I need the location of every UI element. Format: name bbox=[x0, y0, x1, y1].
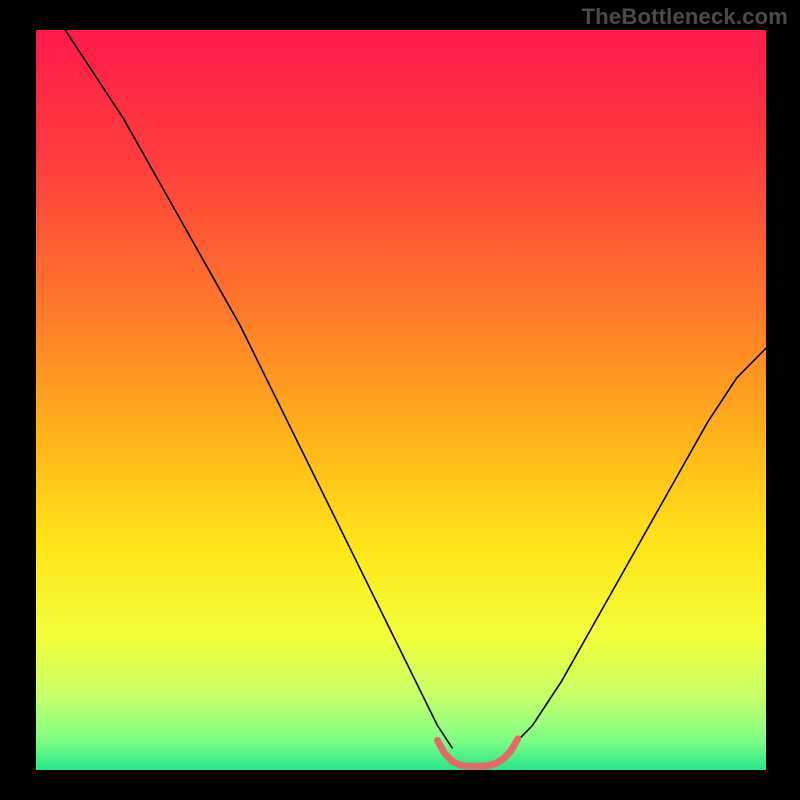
gradient-background bbox=[36, 30, 766, 770]
watermark-label: TheBottleneck.com bbox=[582, 4, 788, 30]
chart-svg bbox=[36, 30, 766, 770]
chart-frame: TheBottleneck.com bbox=[0, 0, 800, 800]
plot-area bbox=[36, 30, 766, 770]
